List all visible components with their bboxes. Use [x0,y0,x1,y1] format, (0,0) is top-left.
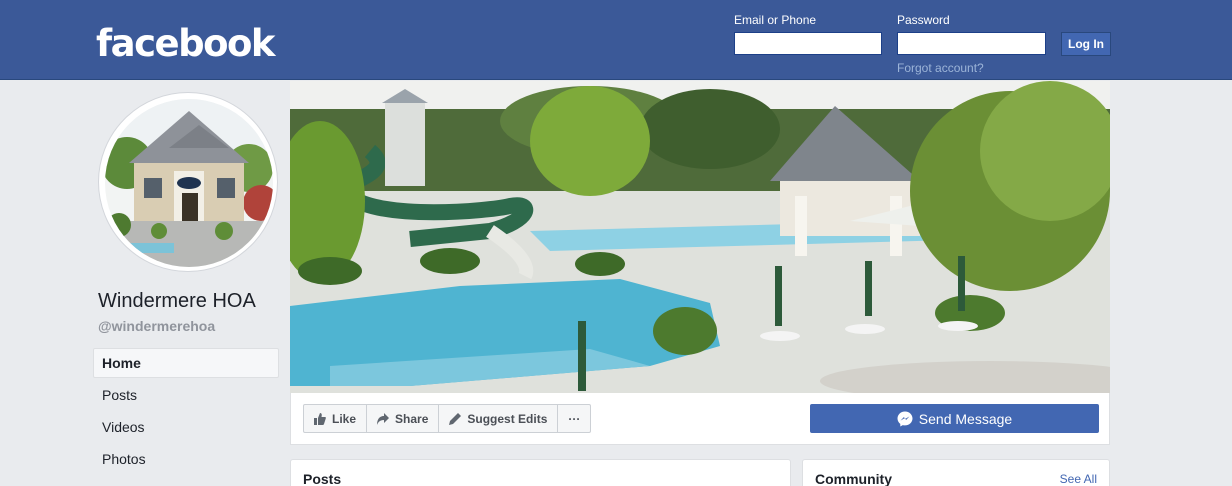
suggest-edits-label: Suggest Edits [467,411,548,426]
action-button-group: Like Share Suggest Edits ··· [303,404,592,433]
like-button[interactable]: Like [304,405,368,432]
profile-picture[interactable] [98,92,278,272]
page-nav: Home Posts Videos Photos [93,348,279,476]
suggest-edits-button[interactable]: Suggest Edits [439,405,559,432]
messenger-icon [897,411,913,426]
thumbs-up-icon [314,412,326,425]
pencil-icon [449,412,462,425]
facebook-logo[interactable]: facebook [96,22,276,65]
share-button[interactable]: Share [367,405,440,432]
more-options-button[interactable]: ··· [558,405,590,432]
nav-item-home[interactable]: Home [93,348,279,378]
nav-item-videos[interactable]: Videos [93,412,279,442]
top-bar: facebook Email or Phone Password Log In … [0,0,1232,80]
email-label: Email or Phone [734,13,817,27]
like-label: Like [332,411,357,426]
see-all-link[interactable]: See All [1060,472,1097,486]
more-icon: ··· [568,411,581,426]
pool-scene-photo [290,81,1110,393]
nav-item-photos[interactable]: Photos [93,444,279,474]
share-label: Share [395,411,429,426]
share-icon [377,412,390,425]
send-message-button[interactable]: Send Message [810,404,1099,433]
community-card-title: Community [815,471,892,486]
send-message-label: Send Message [918,410,1013,427]
forgot-account-link[interactable]: Forgot account? [897,61,984,75]
clubhouse-photo [105,99,273,267]
action-bar: Like Share Suggest Edits ··· Send Messag… [290,393,1110,445]
page-name: Windermere HOA [98,290,256,312]
posts-card-title: Posts [303,471,342,486]
password-input[interactable] [897,32,1046,55]
nav-item-posts[interactable]: Posts [93,380,279,410]
posts-card: Posts [290,459,791,486]
login-button[interactable]: Log In [1061,32,1111,56]
password-label: Password [897,13,950,27]
email-input[interactable] [734,32,882,55]
community-card: Community See All [802,459,1110,486]
cover-photo[interactable] [290,81,1110,393]
page-handle: @windermerehoa [98,318,216,334]
